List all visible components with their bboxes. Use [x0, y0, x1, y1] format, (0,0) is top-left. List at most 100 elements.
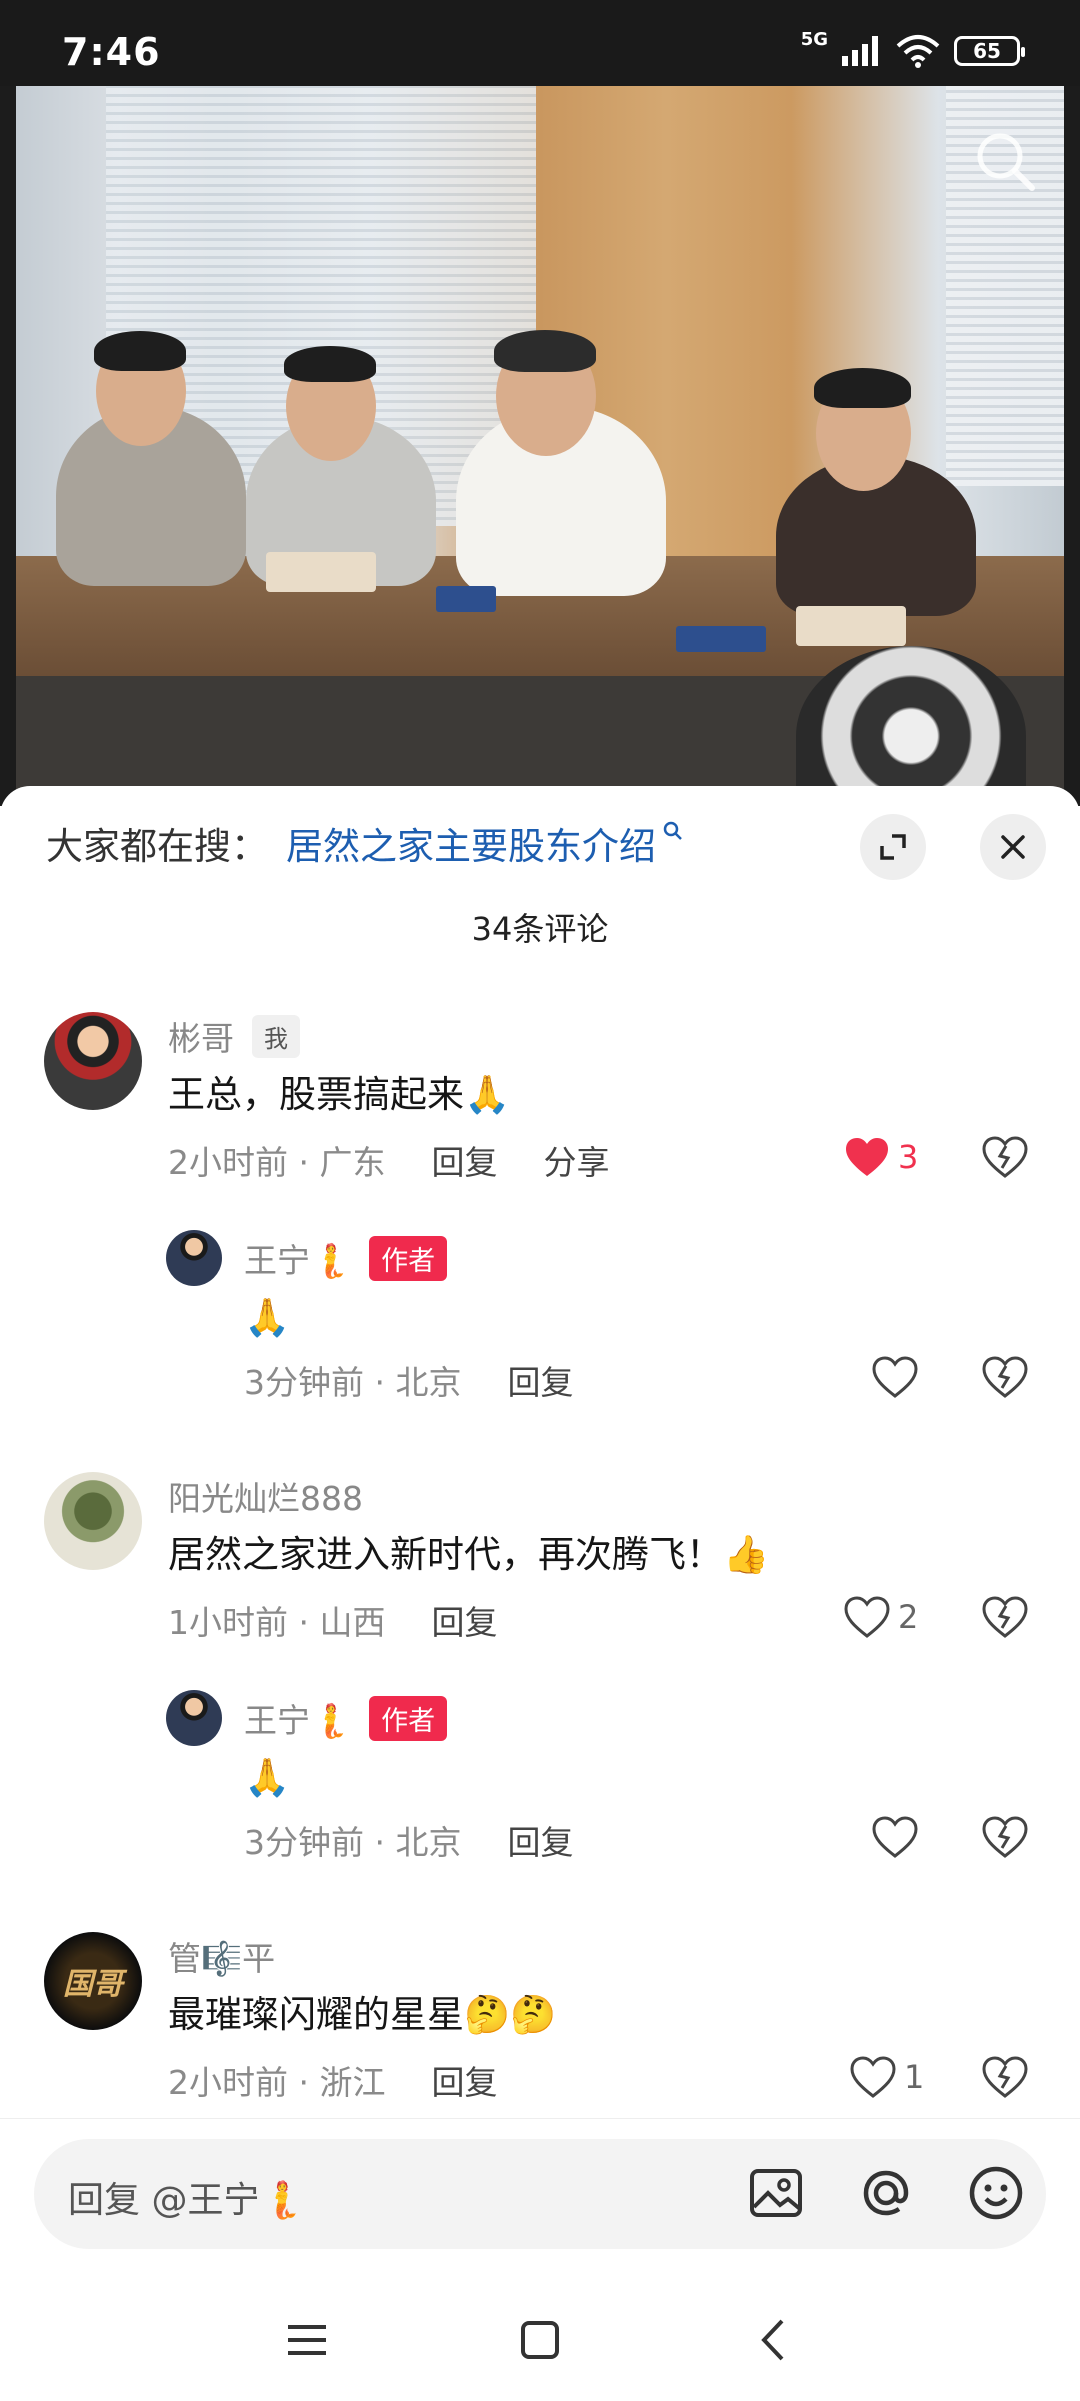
comment-meta: 2小时前 · 浙江 回复 — [168, 2056, 497, 2104]
reply-placeholder[interactable]: 回复 @王宁🧜 — [68, 2171, 304, 2223]
tissue-box — [266, 552, 376, 592]
video-frame — [16, 86, 1064, 806]
reply-text[interactable]: 🙏 — [244, 1756, 290, 1800]
comment-text[interactable]: 最璀璨闪耀的星星🤔🤔 — [168, 1984, 556, 2038]
heart-icon — [850, 2056, 896, 2098]
dislike-icon[interactable] — [982, 1136, 1028, 1180]
person-2-hair — [284, 346, 376, 382]
person-4-hair — [814, 368, 911, 408]
username[interactable]: 管🎼平 — [168, 1932, 275, 1980]
comment-author[interactable]: 管🎼平 — [168, 1932, 275, 1980]
comment-time: 2小时前 — [168, 2063, 288, 2102]
emoji-icon[interactable] — [964, 2161, 1028, 2225]
image-icon[interactable] — [744, 2161, 808, 2225]
avatar[interactable] — [166, 1690, 222, 1746]
comment-text[interactable]: 居然之家进入新时代，再次腾飞！👍 — [168, 1524, 769, 1578]
video-player[interactable] — [0, 86, 1080, 806]
reply-time-location: 3分钟前 · 北京 — [244, 1823, 462, 1862]
like-count: 3 — [898, 1138, 919, 1176]
back-icon[interactable] — [752, 2317, 798, 2363]
comment-meta: 1小时前 · 山西 回复 — [168, 1596, 497, 1644]
home-icon[interactable] — [517, 2317, 563, 2363]
hot-search-banner: 大家都在搜： 居然之家主要股东介绍 — [46, 816, 684, 870]
reply-author[interactable]: 王宁🧜 作者 — [244, 1694, 448, 1742]
reply-button[interactable]: 回复 — [431, 1136, 497, 1184]
comment-count: 34条评论 — [471, 910, 609, 948]
reply-location: 北京 — [395, 1363, 462, 1402]
search-icon[interactable] — [970, 126, 1040, 196]
reply-button[interactable]: 回复 — [507, 1356, 573, 1404]
reply-button[interactable]: 回复 — [431, 2056, 497, 2104]
reply-meta: 3分钟前 · 北京 回复 — [244, 1356, 573, 1404]
menu-icon[interactable] — [284, 2317, 330, 2363]
comment-time-location: 2小时前 · 广东 — [168, 1143, 386, 1182]
tissue-box-2 — [796, 606, 906, 646]
heart-icon[interactable] — [872, 1816, 918, 1858]
reply-input[interactable]: 回复 @王宁🧜 — [34, 2139, 1046, 2249]
reply-time: 3分钟前 — [244, 1823, 364, 1862]
like-count: 2 — [898, 1598, 919, 1636]
dislike-icon[interactable] — [982, 1816, 1028, 1860]
battery-indicator: 65 — [954, 36, 1025, 66]
expand-button[interactable] — [860, 814, 926, 880]
avatar[interactable]: 国哥 — [44, 1932, 142, 2030]
author-badge: 作者 — [369, 1695, 448, 1741]
nameplate-li — [676, 626, 766, 652]
close-button[interactable] — [980, 814, 1046, 880]
dislike-icon[interactable] — [982, 2056, 1028, 2100]
self-badge: 我 — [252, 1014, 300, 1058]
author-badge: 作者 — [369, 1235, 448, 1281]
like-button[interactable]: 1 — [850, 2056, 924, 2098]
reply-location: 北京 — [395, 1823, 462, 1862]
avatar[interactable] — [44, 1012, 142, 1110]
comment-time: 2小时前 — [168, 1143, 288, 1182]
comment-time-location: 1小时前 · 山西 — [168, 1603, 386, 1642]
comment-time-location: 2小时前 · 浙江 — [168, 2063, 386, 2102]
comment-text[interactable]: 王总，股票搞起来🙏 — [168, 1064, 510, 1118]
reply-button[interactable]: 回复 — [507, 1816, 573, 1864]
heart-icon — [844, 1596, 890, 1638]
like-button[interactable]: 2 — [844, 1596, 918, 1638]
avatar[interactable] — [44, 1472, 142, 1570]
wifi-icon — [896, 35, 940, 68]
nameplate-wang — [436, 586, 496, 612]
comment-item: 国哥 管🎼平 最璀璨闪耀的星星🤔🤔 2小时前 · 浙江 回复 1 — [0, 1932, 1080, 2122]
comment-time: 1小时前 — [168, 1603, 288, 1642]
reply-text[interactable]: 🙏 — [244, 1296, 290, 1340]
comment-author[interactable]: 彬哥 我 — [168, 1012, 300, 1060]
person-3-hair — [494, 330, 596, 372]
avatar[interactable] — [166, 1230, 222, 1286]
avatar-logo-text: 国哥 — [63, 1967, 123, 2002]
comment-author[interactable]: 阳光灿烂888 — [168, 1472, 363, 1520]
reply-time-location: 3分钟前 · 北京 — [244, 1363, 462, 1402]
hot-search-link[interactable]: 居然之家主要股东介绍 — [286, 816, 656, 870]
username[interactable]: 阳光灿烂888 — [168, 1472, 363, 1520]
like-button[interactable]: 3 — [844, 1136, 918, 1178]
person-1-hair — [94, 331, 186, 371]
hot-search-prefix: 大家都在搜： — [46, 825, 268, 868]
network-label: 5G — [800, 28, 828, 50]
like-count: 1 — [904, 2058, 925, 2096]
status-icons: 5G 65 — [801, 29, 1025, 68]
username[interactable]: 王宁🧜 — [244, 1234, 351, 1282]
expand-icon — [880, 834, 906, 860]
dislike-icon[interactable] — [982, 1596, 1028, 1640]
status-time: 7:46 — [62, 30, 161, 74]
search-icon[interactable] — [662, 820, 684, 842]
battery-level: 65 — [973, 39, 1001, 63]
dislike-icon[interactable] — [982, 1356, 1028, 1400]
comment-location: 浙江 — [319, 2063, 386, 2102]
reply-button[interactable]: 回复 — [431, 1596, 497, 1644]
comment-location: 山西 — [319, 1603, 386, 1642]
close-icon — [1001, 835, 1025, 859]
username[interactable]: 彬哥 — [168, 1012, 234, 1060]
status-bar: 7:46 5G 65 — [0, 0, 1080, 86]
username[interactable]: 王宁🧜 — [244, 1694, 351, 1742]
signal-icon — [842, 36, 878, 66]
reply-author[interactable]: 王宁🧜 作者 — [244, 1234, 448, 1282]
system-nav-bar — [0, 2289, 1080, 2401]
comment-location: 广东 — [319, 1143, 386, 1182]
at-icon[interactable] — [854, 2161, 918, 2225]
share-button[interactable]: 分享 — [543, 1136, 609, 1184]
heart-icon[interactable] — [872, 1356, 918, 1398]
